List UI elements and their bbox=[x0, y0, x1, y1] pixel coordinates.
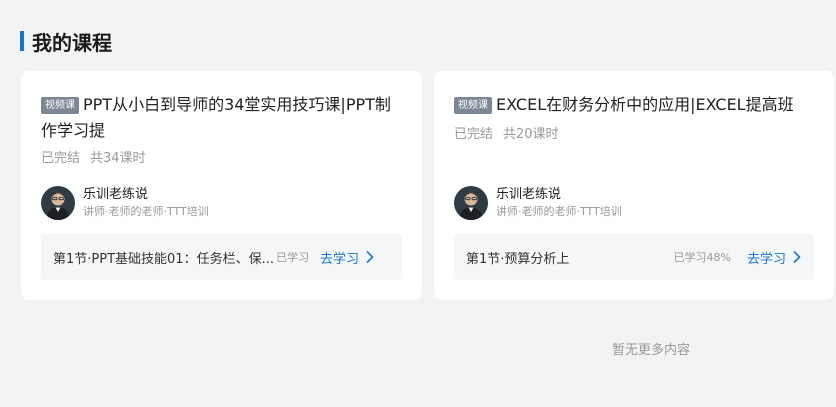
course-title[interactable]: EXCEL在财务分析中的应用|EXCEL提高班 bbox=[496, 95, 794, 114]
course-status: 已完结 bbox=[41, 151, 81, 166]
teacher-description: 讲师·老师的老师·TTT培训 bbox=[496, 205, 622, 218]
course-card[interactable]: 视频课 EXCEL在财务分析中的应用|EXCEL提高班 已完结 共20课时 乐训老练… bbox=[434, 71, 834, 300]
avatar bbox=[454, 186, 488, 220]
current-lesson-bar[interactable]: 第1节·PPT基础技能01：任务栏、保... 已学习 去学习 bbox=[41, 234, 402, 280]
teacher-name: 乐训老练说 bbox=[496, 187, 562, 202]
go-study-button[interactable]: 去学习 bbox=[747, 248, 802, 267]
study-progress: 已学习 bbox=[275, 251, 309, 264]
course-card[interactable]: 视频课 PPT从小白到导师的34堂实用技巧课|PPT制作学习提 已完结 共34课时 … bbox=[21, 71, 422, 300]
course-title-row[interactable]: 视频课 EXCEL在财务分析中的应用|EXCEL提高班 bbox=[454, 92, 818, 118]
go-study-label: 去学习 bbox=[746, 251, 786, 267]
current-lesson-bar[interactable]: 第1节·预算分析上 已学习48% 去学习 bbox=[454, 234, 814, 280]
chevron-right-icon bbox=[793, 251, 801, 263]
no-more-content-text: 暂无更多内容 bbox=[611, 343, 690, 358]
course-title-row[interactable]: 视频课 PPT从小白到导师的34堂实用技巧课|PPT制作学习提 bbox=[41, 92, 406, 144]
course-meta: 已完结 共20课时 bbox=[454, 123, 559, 142]
go-study-button[interactable]: 去学习 bbox=[320, 248, 375, 267]
course-status: 已完结 bbox=[454, 127, 494, 142]
go-study-label: 去学习 bbox=[319, 251, 359, 267]
section-accent-bar bbox=[20, 31, 24, 51]
study-progress: 已学习48% bbox=[673, 251, 731, 264]
current-lesson-title: 第1节·PPT基础技能01：任务栏、保... bbox=[53, 251, 274, 267]
video-course-badge: 视频课 bbox=[41, 97, 79, 114]
course-lesson-count: 共20课时 bbox=[503, 127, 559, 142]
avatar bbox=[41, 186, 75, 220]
section-header: 我的课程 bbox=[20, 28, 112, 55]
course-meta: 已完结 共34课时 bbox=[41, 147, 146, 166]
current-lesson-title: 第1节·预算分析上 bbox=[466, 251, 570, 267]
video-course-badge: 视频课 bbox=[454, 97, 492, 114]
teacher-info: 乐训老练说 讲师·老师的老师·TTT培训 bbox=[454, 185, 622, 221]
teacher-info: 乐训老练说 讲师·老师的老师·TTT培训 bbox=[41, 185, 209, 221]
course-lesson-count: 共34课时 bbox=[90, 151, 146, 166]
chevron-right-icon bbox=[366, 251, 374, 263]
teacher-description: 讲师·老师的老师·TTT培训 bbox=[83, 205, 209, 218]
course-title[interactable]: PPT从小白到导师的34堂实用技巧课|PPT制作学习提 bbox=[41, 95, 391, 140]
page-title: 我的课程 bbox=[32, 30, 112, 55]
teacher-name: 乐训老练说 bbox=[83, 187, 149, 202]
